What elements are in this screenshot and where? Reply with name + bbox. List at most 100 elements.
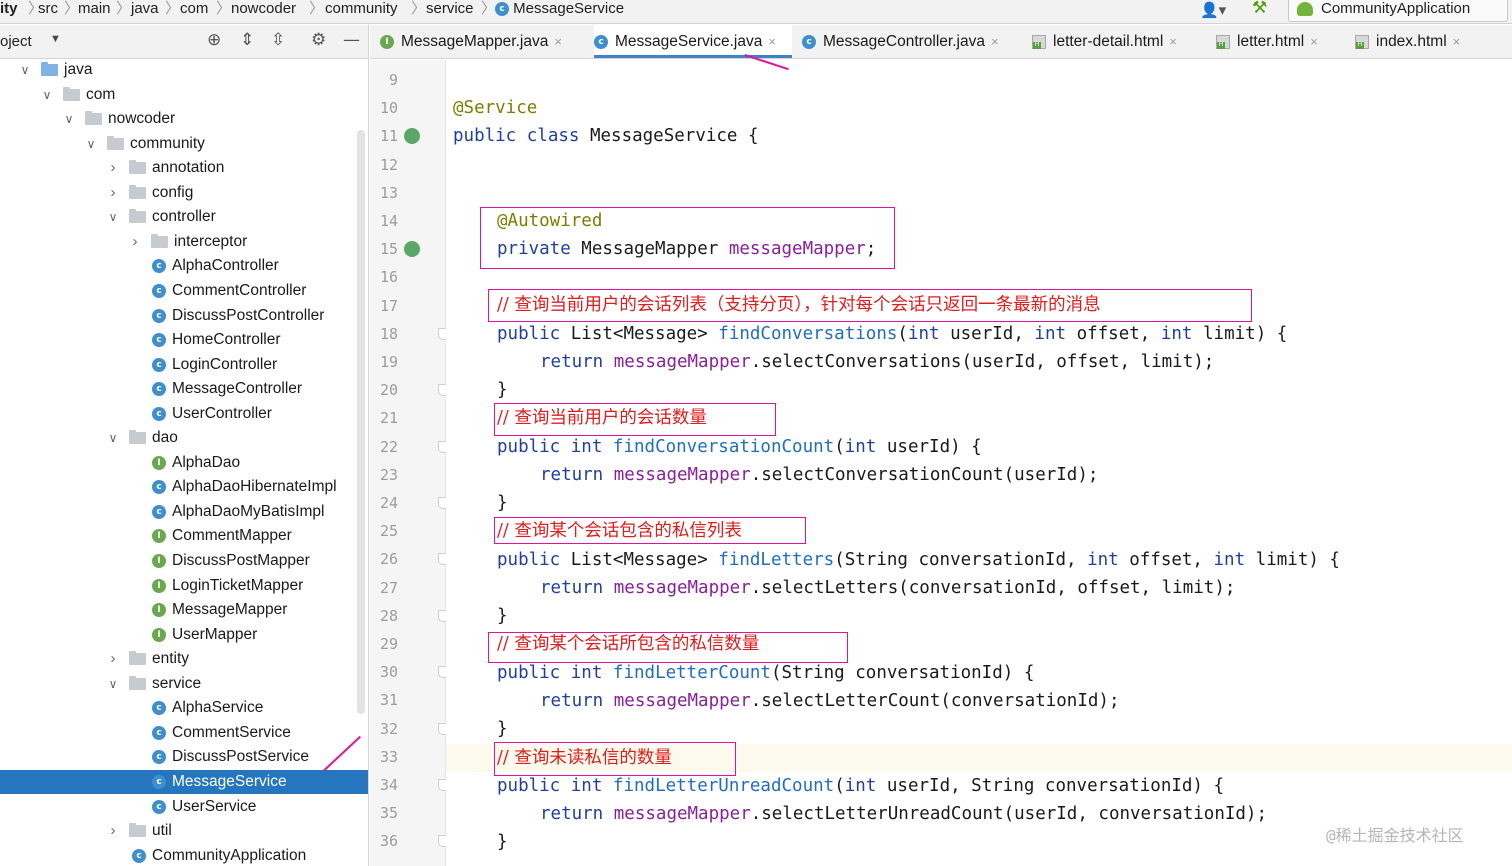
code-line-27: return messageMapper.selectLetters(conve… <box>540 578 1236 598</box>
minimize-icon[interactable]: — <box>343 30 360 50</box>
close-icon[interactable]: × <box>1453 34 1461 49</box>
tree-item-controller[interactable]: ∨ controller <box>0 205 355 229</box>
tree-item-commentcontroller[interactable]: c CommentController <box>0 279 355 303</box>
interface-icon: I <box>380 34 394 49</box>
highlight-box-comment-25 <box>494 517 806 544</box>
tab-messagecontroller-java[interactable]: c MessageController.java × <box>802 25 1020 58</box>
chevron-right-icon[interactable]: › <box>107 156 119 180</box>
tree-item-logincontroller[interactable]: c LoginController <box>0 353 355 377</box>
class-icon: c <box>152 406 166 421</box>
line-number: 28 <box>379 606 398 625</box>
line-number: 23 <box>379 465 398 484</box>
tree-item-com[interactable]: ∨ com <box>0 83 355 107</box>
chevron-right-icon[interactable]: › <box>107 647 119 671</box>
close-icon[interactable]: × <box>554 34 562 49</box>
tree-item-loginticketmapper[interactable]: I LoginTicketMapper <box>0 574 355 598</box>
chevron-down-icon[interactable]: ∨ <box>63 107 75 131</box>
run-config-selector[interactable]: CommunityApplication <box>1288 0 1508 22</box>
line-number: 21 <box>379 409 398 428</box>
breadcrumb-item-nowcoder[interactable]: nowcoder <box>231 1 296 17</box>
tree-item-nowcoder[interactable]: ∨ nowcoder <box>0 107 355 131</box>
tab-letter-html[interactable]: letter.html × <box>1216 25 1344 58</box>
chevron-down-icon[interactable]: ∨ <box>107 205 119 229</box>
tree-item-config[interactable]: › config <box>0 181 355 205</box>
chevron-down-icon[interactable]: ∨ <box>85 132 97 156</box>
tree-item-label: LoginController <box>172 355 278 373</box>
tree-item-userservice[interactable]: c UserService <box>0 795 355 819</box>
tree-item-commentservice[interactable]: c CommentService <box>0 721 355 745</box>
tree-item-messagecontroller[interactable]: c MessageController <box>0 377 355 401</box>
tree-item-commentmapper[interactable]: I CommentMapper <box>0 524 355 548</box>
tree-item-communityapplication[interactable]: c CommunityApplication <box>0 844 355 866</box>
breadcrumb: ity 〉 src 〉 main 〉 java 〉 com 〉 nowcoder… <box>0 0 1512 24</box>
tree-item-interceptor[interactable]: › interceptor <box>0 230 355 254</box>
class-icon: c <box>152 382 166 397</box>
breadcrumb-item-com[interactable]: com <box>180 1 208 17</box>
chevron-down-icon[interactable]: ▼ <box>50 33 61 45</box>
tab-messagemapper-java[interactable]: I MessageMapper.java × <box>380 25 580 58</box>
tree-item-alphaservice[interactable]: c AlphaService <box>0 696 355 720</box>
tree-item-alphadaomybatisimpl[interactable]: c AlphaDaoMyBatisImpl <box>0 500 355 524</box>
tree-item-annotation[interactable]: › annotation <box>0 156 355 180</box>
tree-item-usercontroller[interactable]: c UserController <box>0 402 355 426</box>
spring-bean-icon[interactable] <box>404 241 420 258</box>
code-line-26: public List<Message> findLetters(String … <box>497 550 1340 570</box>
tree-item-alphadao[interactable]: I AlphaDao <box>0 451 355 475</box>
code-editor[interactable]: @Service public class MessageService { @… <box>446 60 1512 866</box>
chevron-right-icon[interactable]: › <box>107 819 119 843</box>
chevron-right-icon[interactable]: › <box>107 181 119 205</box>
close-icon[interactable]: × <box>1310 34 1318 49</box>
tree-item-label: AlphaService <box>172 699 264 717</box>
user-icon[interactable]: 👤▾ <box>1200 1 1226 19</box>
tree-item-discusspostmapper[interactable]: I DiscussPostMapper <box>0 549 355 573</box>
tree-item-dao[interactable]: ∨ dao <box>0 426 355 450</box>
chevron-down-icon[interactable]: ∨ <box>19 59 31 82</box>
chevron-down-icon[interactable]: ∨ <box>107 672 119 696</box>
tree-item-discusspostcontroller[interactable]: c DiscussPostController <box>0 304 355 328</box>
build-hammer-icon[interactable]: ⚒ <box>1252 0 1267 18</box>
tree-item-homecontroller[interactable]: c HomeController <box>0 328 355 352</box>
tree-item-util[interactable]: › util <box>0 819 355 843</box>
close-icon[interactable]: × <box>768 34 776 49</box>
close-icon[interactable]: × <box>991 34 999 49</box>
class-icon: c <box>152 259 166 274</box>
folder-icon <box>107 135 124 150</box>
tab-index-html[interactable]: index.html × <box>1355 25 1467 58</box>
tree-item-entity[interactable]: › entity <box>0 647 355 671</box>
tree-item-usermapper[interactable]: I UserMapper <box>0 623 355 647</box>
tree-item-alphadaohibernateimpl[interactable]: c AlphaDaoHibernateImpl <box>0 475 355 499</box>
tree-item-messagemapper[interactable]: I MessageMapper <box>0 598 355 622</box>
chevron-right-icon[interactable]: › <box>129 230 141 254</box>
breadcrumb-item-service[interactable]: service <box>426 1 474 17</box>
breadcrumb-item-src[interactable]: src <box>38 1 58 17</box>
tree-scrollbar[interactable] <box>357 130 365 714</box>
chevron-down-icon[interactable]: ∨ <box>107 426 119 450</box>
tree-item-service[interactable]: ∨ service <box>0 672 355 696</box>
chevron-down-icon[interactable]: ∨ <box>41 83 53 107</box>
spring-bean-icon[interactable] <box>404 128 420 145</box>
tab-messageservice-java[interactable]: c MessageService.java × <box>594 25 792 58</box>
breadcrumb-item-main[interactable]: main <box>78 1 111 17</box>
tree-item-java[interactable]: ∨ java <box>0 59 355 82</box>
highlight-box-comment-17 <box>488 289 1252 322</box>
tab-letter-detail-html[interactable]: letter-detail.html × <box>1032 25 1204 58</box>
tree-item-label: AlphaDaoMyBatisImpl <box>172 502 325 520</box>
close-icon[interactable]: × <box>1169 34 1177 49</box>
gear-icon[interactable]: ⚙ <box>311 30 326 50</box>
expand-all-icon[interactable]: ⇕ <box>240 30 254 50</box>
breadcrumb-item-community[interactable]: community <box>325 1 398 17</box>
class-icon: c <box>495 2 509 17</box>
breadcrumb-item-project[interactable]: ity <box>0 1 18 17</box>
locate-target-icon[interactable]: ⊕ <box>207 30 221 50</box>
tree-item-discusspostservice[interactable]: c DiscussPostService <box>0 745 355 769</box>
tree-item-messageservice[interactable]: c MessageService <box>0 769 368 794</box>
class-icon: c <box>152 799 166 814</box>
breadcrumb-item-java[interactable]: java <box>131 1 159 17</box>
line-number: 9 <box>388 71 398 89</box>
tree-item-alphacontroller[interactable]: c AlphaController <box>0 254 355 278</box>
collapse-all-icon[interactable]: ⇳ <box>271 30 285 50</box>
highlight-box-comment-33 <box>494 742 736 776</box>
breadcrumb-item-class[interactable]: c MessageService <box>495 1 624 17</box>
project-panel-title[interactable]: oject <box>0 33 32 50</box>
tree-item-community[interactable]: ∨ community <box>0 132 355 156</box>
